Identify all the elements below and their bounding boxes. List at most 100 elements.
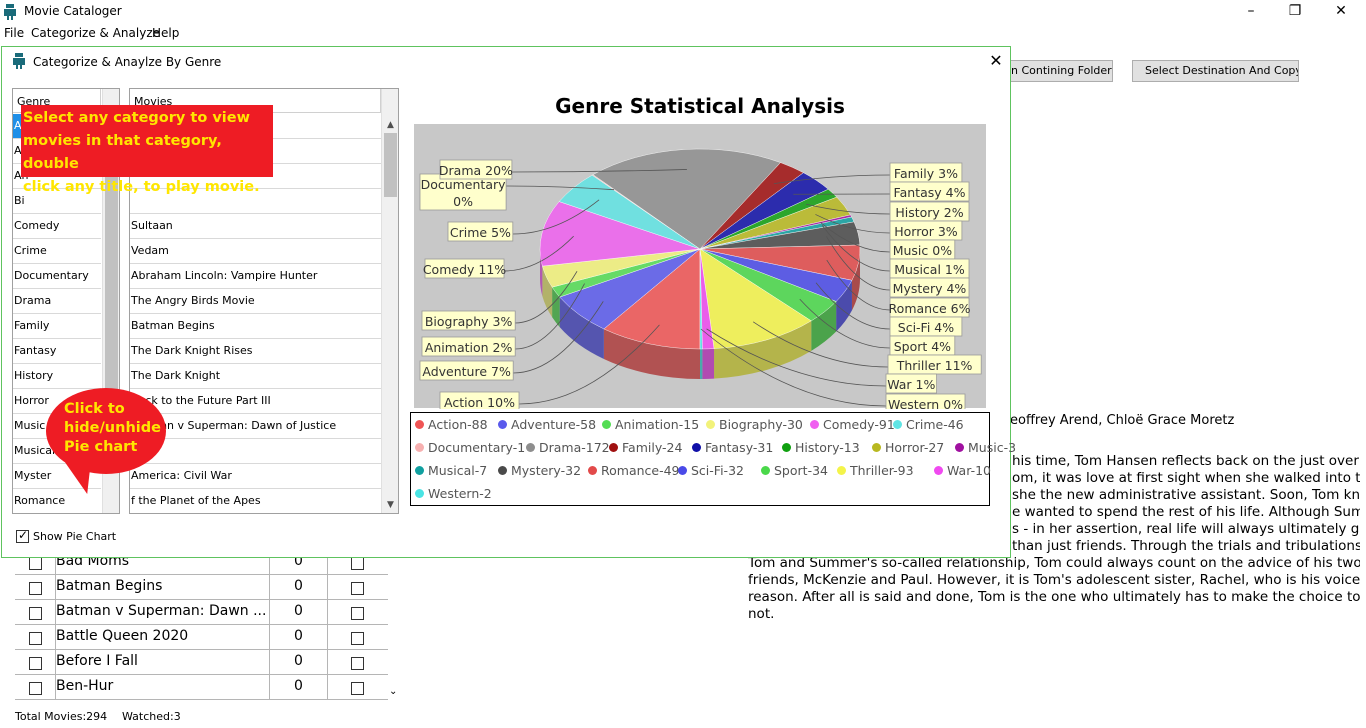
bubble-line: Click to xyxy=(64,401,125,417)
watched-checkbox[interactable] xyxy=(351,557,364,570)
movie-item[interactable]: America: Civil War xyxy=(130,464,381,489)
scroll-down-icon[interactable]: ▼ xyxy=(382,497,398,513)
slice-label: Fantasy 4% xyxy=(894,185,966,200)
menu-file[interactable]: File xyxy=(4,26,24,40)
movie-item[interactable]: Sultaan xyxy=(130,214,381,239)
legend-swatch xyxy=(934,466,943,475)
movie-item[interactable]: The Angry Birds Movie xyxy=(130,289,381,314)
select-checkbox[interactable] xyxy=(29,632,42,645)
table-scroll-down-icon[interactable]: ⌄ xyxy=(389,686,397,697)
legend-swatch xyxy=(602,420,611,429)
genre-item[interactable]: Comedy xyxy=(13,214,101,239)
table-row[interactable]: Battle Queen 2020 0 xyxy=(15,625,388,650)
watch-count: 0 xyxy=(294,578,303,594)
movie-item[interactable]: Vedam xyxy=(130,239,381,264)
table-row[interactable]: Batman Begins 0 xyxy=(15,575,388,600)
legend-swatch xyxy=(609,443,618,452)
genre-item[interactable]: Fantasy xyxy=(13,339,101,364)
show-pie-checkbox-box[interactable]: ✓ xyxy=(16,528,29,543)
watched-checkbox[interactable] xyxy=(351,582,364,595)
table-row[interactable]: Batman v Superman: Dawn ... 0 xyxy=(15,600,388,625)
check-icon: ✓ xyxy=(18,528,29,542)
watched-checkbox[interactable] xyxy=(351,657,364,670)
slice-label: Romance 6% xyxy=(889,301,971,316)
dialog-close-icon[interactable]: ✕ xyxy=(984,51,1008,71)
title-bar: Movie Cataloger – ❐ ✕ xyxy=(0,0,1366,24)
movie-title: Battle Queen 2020 xyxy=(56,628,189,644)
legend-name: Music xyxy=(968,440,1004,455)
slice-label: Western 0% xyxy=(888,397,963,409)
select-checkbox[interactable] xyxy=(29,657,42,670)
movie-item[interactable]: Abraham Lincoln: Vampire Hunter xyxy=(130,264,381,289)
movie-item[interactable]: The Dark Knight Rises xyxy=(130,339,381,364)
watched-checkbox[interactable] xyxy=(351,607,364,620)
watched-checkbox[interactable] xyxy=(351,682,364,695)
legend-item: War-10 xyxy=(934,463,991,478)
legend-name: Adventure xyxy=(511,417,576,432)
watch-table: Bad Moms 0 Batman Begins 0 Batman v Supe… xyxy=(15,548,388,700)
scroll-up-icon[interactable]: ▲ xyxy=(382,117,398,134)
bubble-line: Pie chart xyxy=(64,439,138,455)
open-folder-button[interactable]: n Contining Folder xyxy=(1000,60,1113,82)
slice-label: Horror 3% xyxy=(894,224,958,239)
movie-item[interactable]: Batman Begins xyxy=(130,314,381,339)
slice-label: Family 3% xyxy=(894,166,958,181)
scroll-thumb[interactable] xyxy=(384,133,397,197)
legend-name: War xyxy=(947,463,971,478)
watched-checkbox[interactable] xyxy=(351,632,364,645)
minimize-icon[interactable]: – xyxy=(1228,0,1274,24)
legend-swatch xyxy=(415,420,424,429)
legend-swatch xyxy=(526,443,535,452)
genre-item[interactable]: Family xyxy=(13,314,101,339)
legend-swatch xyxy=(678,466,687,475)
select-checkbox[interactable] xyxy=(29,607,42,620)
slice-label: War 1% xyxy=(887,377,935,392)
slice-label: Crime 5% xyxy=(450,225,511,240)
genre-item[interactable]: History xyxy=(13,364,101,389)
slice-label: Animation 2% xyxy=(425,340,513,355)
pie-slice-side xyxy=(702,348,715,379)
menu-help[interactable]: Help xyxy=(152,26,179,40)
select-checkbox[interactable] xyxy=(29,557,42,570)
legend-value: 32 xyxy=(565,463,582,478)
maximize-icon[interactable]: ❐ xyxy=(1272,0,1318,24)
app-icon xyxy=(4,4,16,20)
genre-item[interactable]: Documentary xyxy=(13,264,101,289)
genre-item[interactable]: Drama xyxy=(13,289,101,314)
legend-value: 2 xyxy=(483,486,492,501)
movie-item[interactable]: f the Planet of the Apes xyxy=(130,489,381,513)
legend-value: 27 xyxy=(928,440,945,455)
legend-item: Sport-34 xyxy=(761,463,828,478)
select-checkbox[interactable] xyxy=(29,682,42,695)
legend-value: 15 xyxy=(683,417,700,432)
table-row[interactable]: Ben-Hur 0 xyxy=(15,675,388,700)
speech-bubble-text: Click to hide/unhide Pie chart xyxy=(64,400,164,457)
select-destination-copy-button[interactable]: Select Destination And Copy xyxy=(1132,60,1299,82)
movie-item[interactable]: Back to the Future Part III xyxy=(130,389,381,414)
genre-item[interactable]: Crime xyxy=(13,239,101,264)
close-window-icon[interactable]: ✕ xyxy=(1318,0,1364,24)
movie-item[interactable]: Batman v Superman: Dawn of Justice xyxy=(130,414,381,439)
total-movies-status: Total Movies:294 xyxy=(15,710,108,723)
slice-label: Comedy 11% xyxy=(423,262,506,277)
select-checkbox[interactable] xyxy=(29,582,42,595)
callout-line: click any title, to play movie. xyxy=(23,179,260,195)
legend-value: 46 xyxy=(947,417,964,432)
legend-item: Musical-7 xyxy=(415,463,487,478)
legend-value: 24 xyxy=(666,440,683,455)
legend-value: 10 xyxy=(975,463,991,478)
movie-item[interactable]: r xyxy=(130,439,381,464)
legend-value: 58 xyxy=(580,417,597,432)
legend-swatch xyxy=(782,443,791,452)
legend-name: Comedy xyxy=(823,417,875,432)
legend-swatch xyxy=(692,443,701,452)
menu-categorize[interactable]: Categorize & Analyze xyxy=(31,26,160,40)
legend-item: Fantasy-31 xyxy=(692,440,773,455)
table-row[interactable]: Before I Fall 0 xyxy=(15,650,388,675)
slice-label: Thriller 11% xyxy=(896,358,973,373)
callout-line: movies in that category, double xyxy=(23,133,222,172)
legend-item: Animation-15 xyxy=(602,417,699,432)
movies-scrollbar[interactable]: ▲ ▼ xyxy=(381,89,398,513)
movie-item[interactable]: The Dark Knight xyxy=(130,364,381,389)
bubble-line: hide/unhide xyxy=(64,420,161,436)
